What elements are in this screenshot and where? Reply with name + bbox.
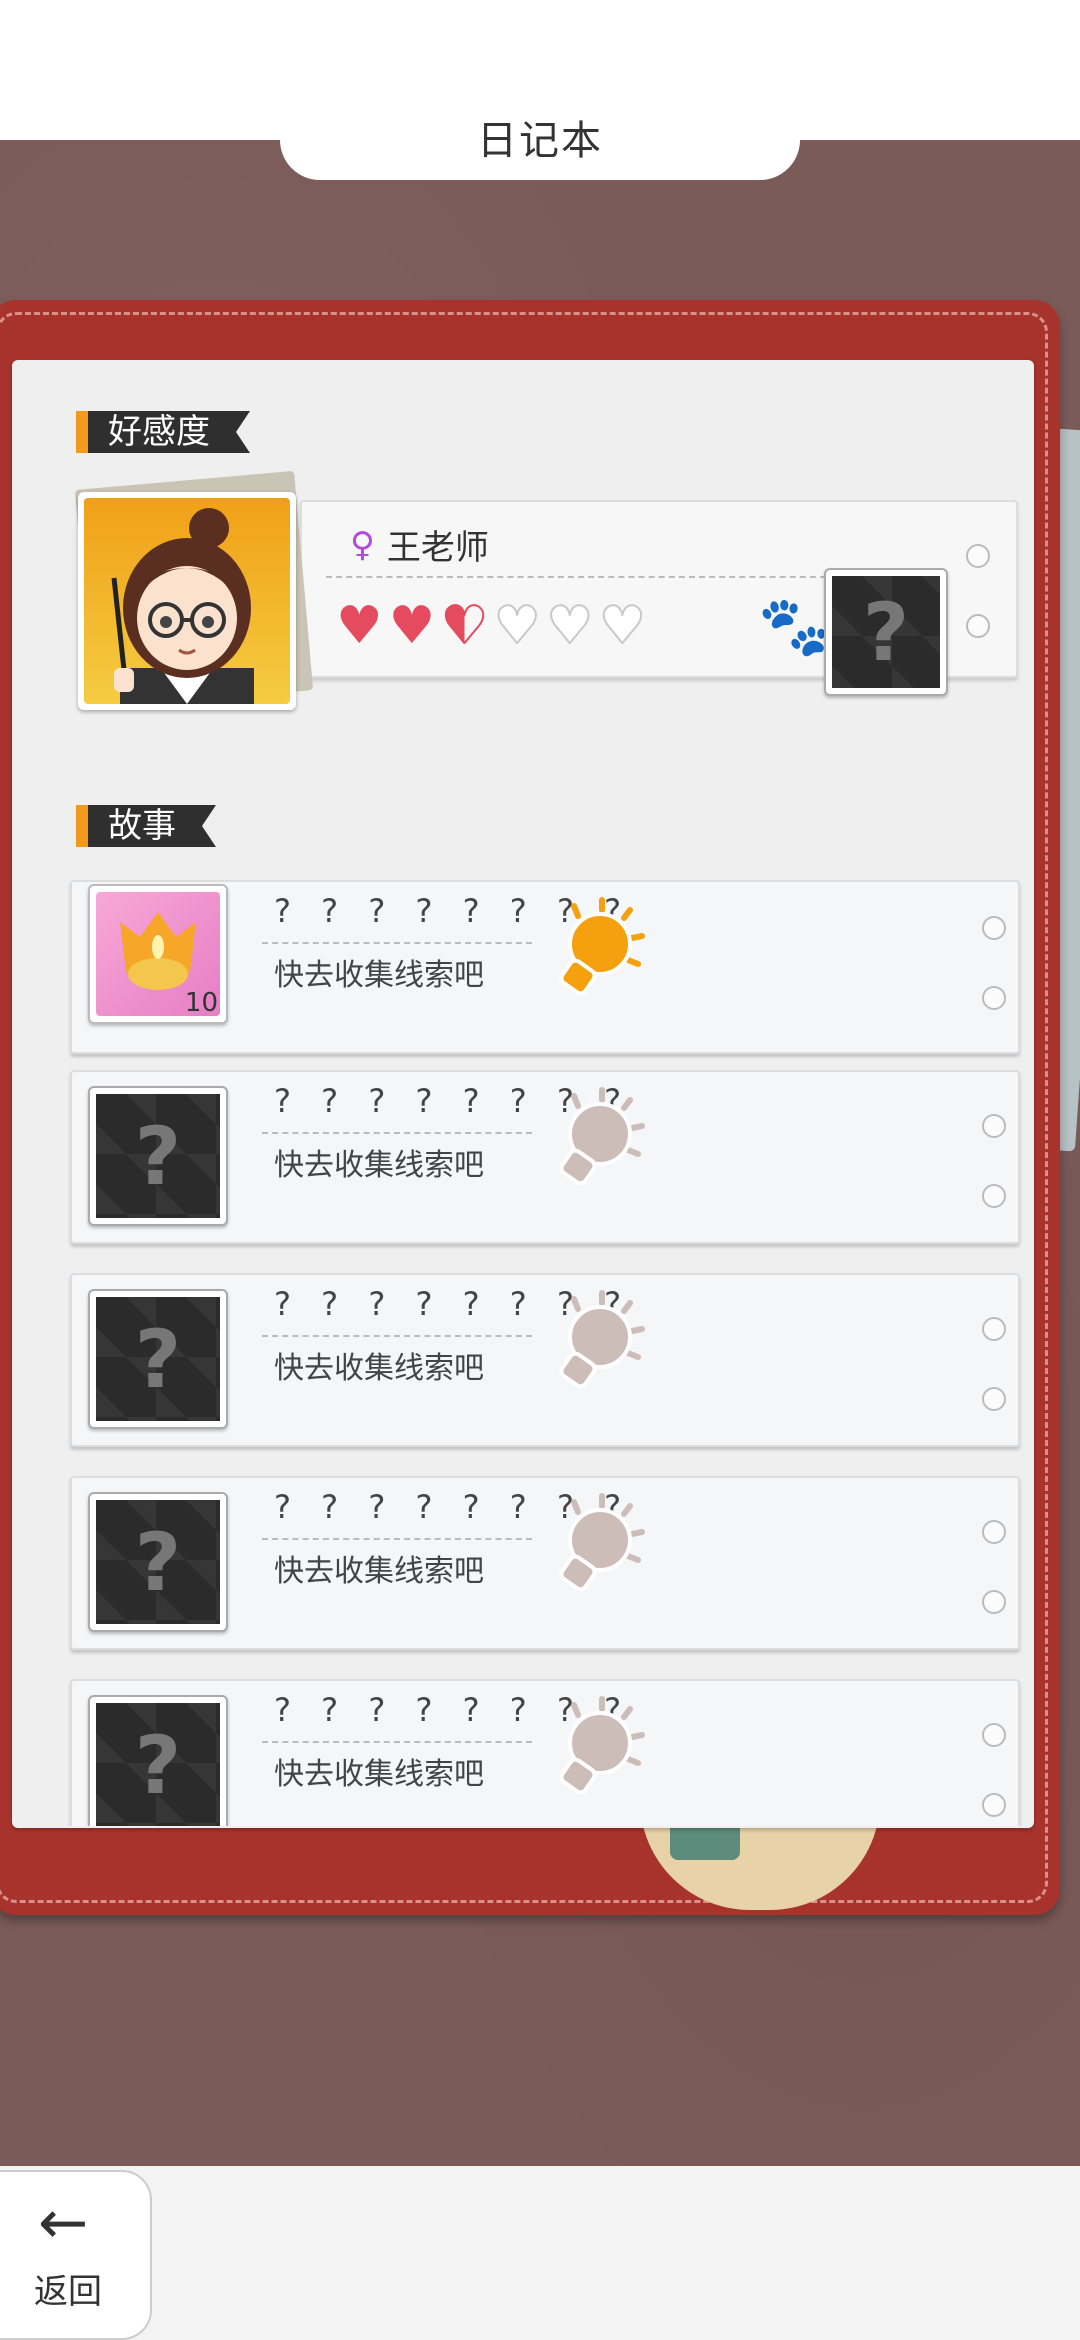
binder-hole [982,986,1006,1010]
page-title: 日记本 [477,118,603,164]
back-arrow-icon: ← [38,2188,89,2258]
binder-hole [982,1590,1006,1614]
story-item[interactable]: ? ? ? ? ? ? ? ? ? 快去收集线索吧 [70,1070,1020,1244]
binder-hole [982,1723,1006,1747]
divider [326,576,826,578]
divider [262,942,532,944]
binder-hole [982,1114,1006,1138]
story-hint: 快去收集线索吧 [274,1148,484,1183]
story-thumbnail-locked: ? [88,1289,228,1429]
item-count: 10 [184,988,218,1018]
affection-hearts: ♥ ♥ ♥ ♥ ♥ ♥ [336,595,647,657]
character-portrait[interactable] [78,492,296,710]
binder-hole [966,544,990,568]
teacher-avatar-icon [111,508,254,704]
locked-gift-slot[interactable]: ? [824,568,948,696]
affection-label: 好感度 [88,411,250,453]
story-thumbnail-locked: ? [88,1492,228,1632]
story-thumbnail: 10 [88,884,228,1024]
story-hint: 快去收集线索吧 [274,958,484,993]
binder-hole [982,1317,1006,1341]
story-thumbnail-locked: ? [88,1086,228,1226]
question-mark-icon: ? [96,1297,220,1421]
female-icon: ♀ [350,524,375,565]
story-item[interactable]: ? ? ? ? ? ? ? ? ? 快去收集线索吧 [70,1679,1020,1826]
character-name-row: ♀ 王老师 [350,520,489,569]
story-hint: 快去收集线索吧 [274,1351,484,1386]
back-button[interactable]: ← 返回 [0,2170,152,2340]
question-mark-icon: ? [832,576,940,688]
lightbulb-unlit-icon[interactable] [542,1691,652,1801]
section-accent-bar [76,411,88,453]
heart-empty-icon: ♥ [598,595,647,657]
divider [262,1741,532,1743]
paw-icon: 🐾 [758,592,831,660]
story-item[interactable]: ? ? ? ? ? ? ? ? ? 快去收集线索吧 [70,1476,1020,1650]
character-avatar [84,498,290,704]
heart-empty-icon: ♥ [546,595,595,657]
divider [262,1538,532,1540]
lightbulb-unlit-icon[interactable] [542,1285,652,1395]
binder-hole [966,614,990,638]
heart-full-icon: ♥ [388,596,436,656]
binder-hole [982,916,1006,940]
heart-half-icon: ♥ [440,595,489,657]
story-label: 故事 [88,805,216,847]
heart-empty-icon: ♥ [493,595,542,657]
binder-hole [982,1184,1006,1208]
character-name: 王老师 [386,528,489,568]
lightbulb-lit-icon[interactable] [542,892,652,1002]
divider [262,1335,532,1337]
story-thumbnail-locked: ? [88,1695,228,1826]
question-mark-icon: ? [96,1703,220,1826]
heart-full-icon: ♥ [336,596,383,656]
question-mark-icon: ? [96,1094,220,1218]
section-accent-bar [76,805,88,847]
story-hint: 快去收集线索吧 [274,1554,484,1589]
divider [262,1132,532,1134]
story-item[interactable]: 10 ? ? ? ? ? ? ? ? 快去收集线索吧 [70,880,1020,1054]
bottom-bar [0,2166,1080,2340]
binder-hole [982,1520,1006,1544]
story-hint: 快去收集线索吧 [274,1757,484,1792]
binder-hole [982,1387,1006,1411]
story-list[interactable]: 10 ? ? ? ? ? ? ? ? 快去收集线索吧 ? ? ? ? ? ? ?… [60,880,1030,1826]
binder-hole [982,1793,1006,1817]
question-mark-icon: ? [96,1500,220,1624]
lightbulb-unlit-icon[interactable] [542,1082,652,1192]
story-item[interactable]: ? ? ? ? ? ? ? ? ? 快去收集线索吧 [70,1273,1020,1447]
affection-section-label: 好感度 [76,411,250,453]
lightbulb-unlit-icon[interactable] [542,1488,652,1598]
story-section-label: 故事 [76,805,216,847]
back-label: 返回 [34,2272,102,2312]
